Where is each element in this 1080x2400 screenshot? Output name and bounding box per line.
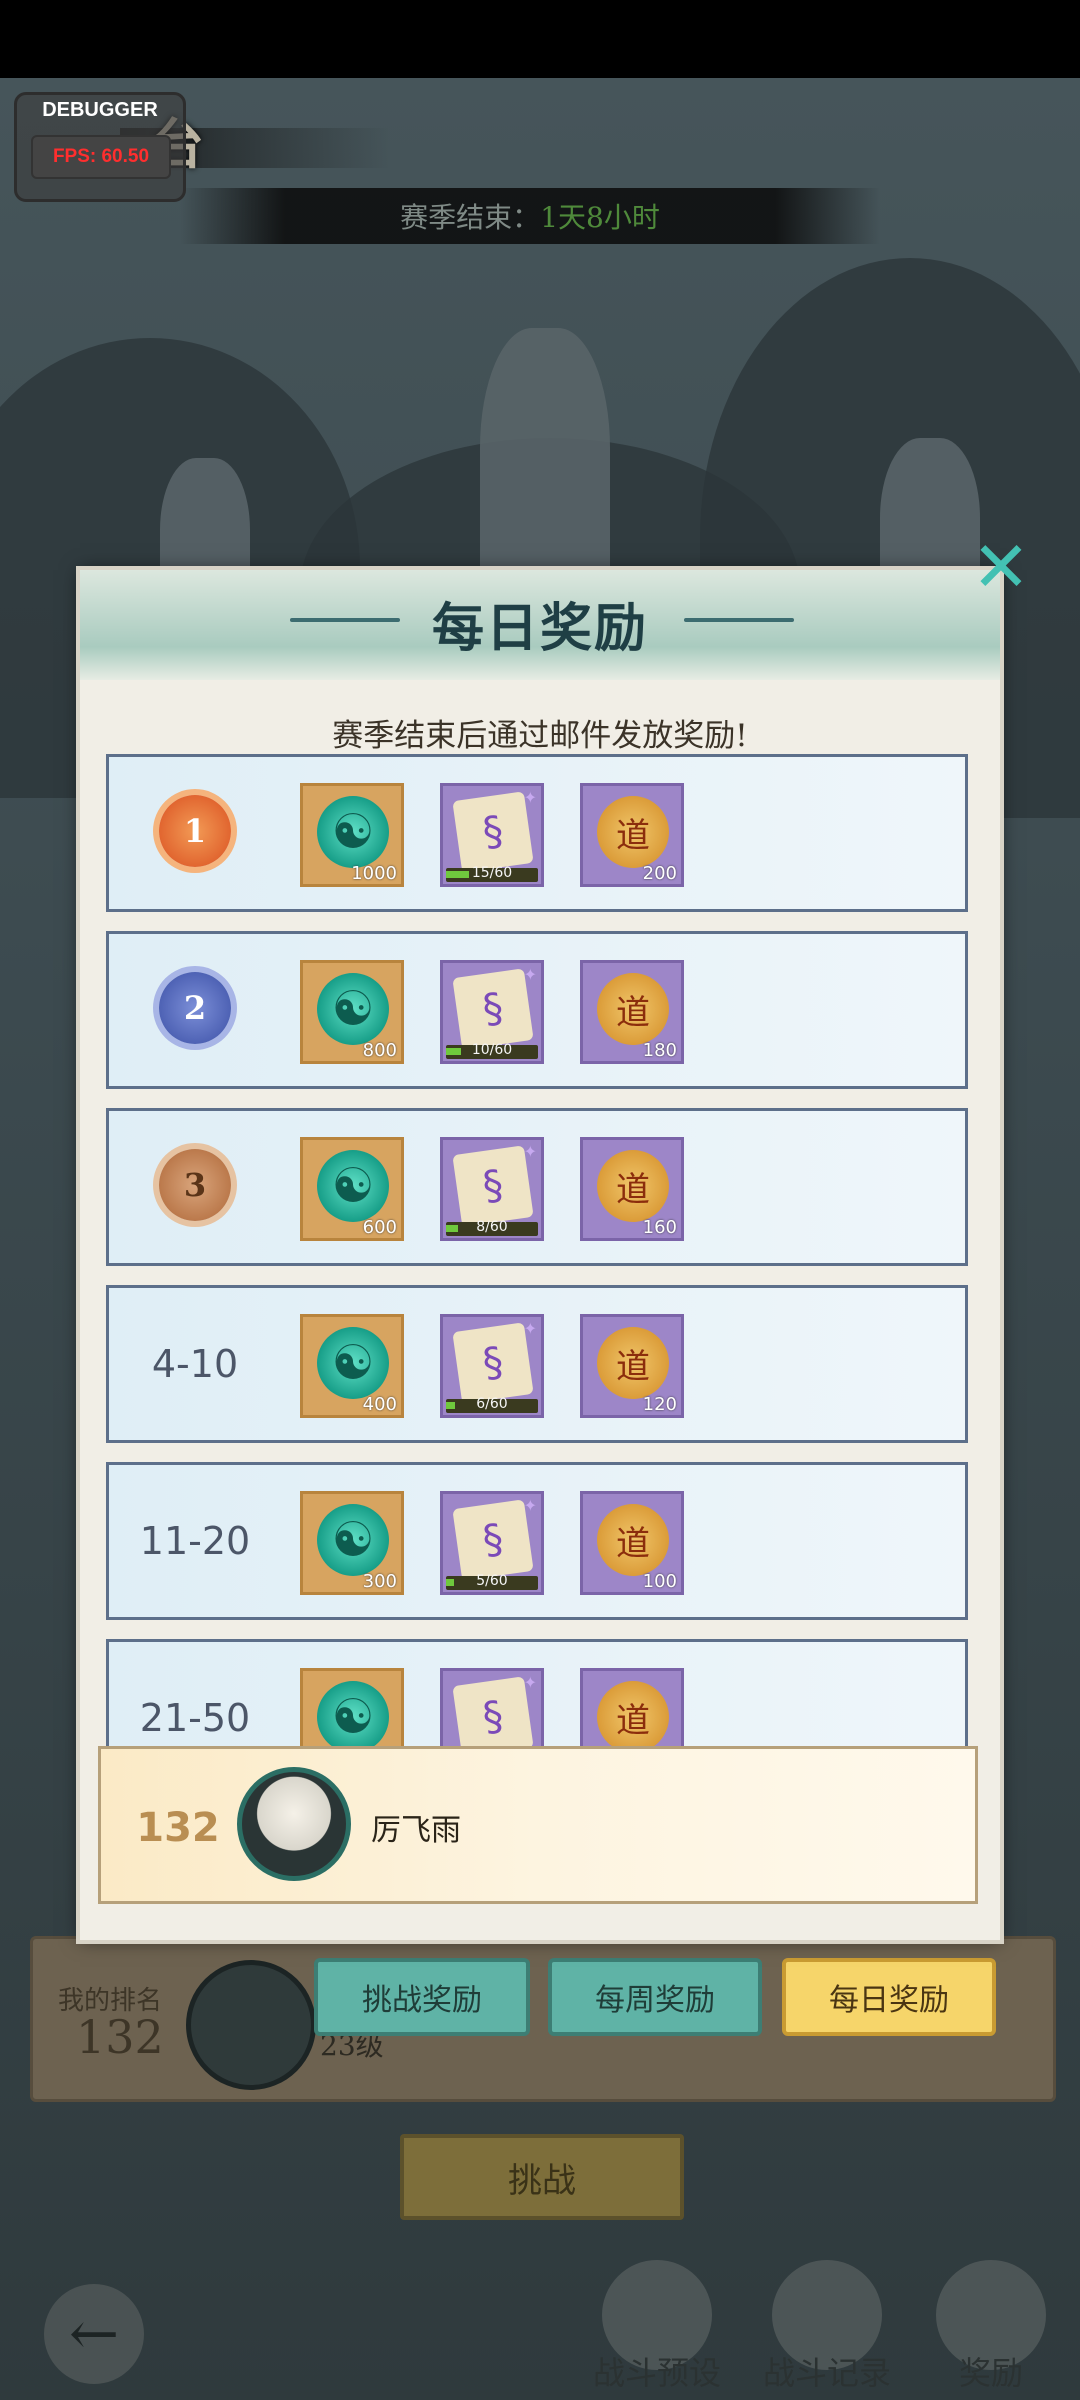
jade-reward-item[interactable]: ☯ 600	[300, 1137, 404, 1241]
scroll-progress-text: 10/60	[471, 1042, 513, 1058]
jade-dragon-icon: ☯	[317, 1327, 389, 1399]
reward-row: 1 ☯ 1000 § ✦ 15/60 道 200	[106, 754, 968, 912]
scroll-reward-item[interactable]: § ✦ 8/60	[440, 1137, 544, 1241]
scroll-icon: §	[452, 1499, 534, 1581]
daily-reward-modal: 每日奖励 赛季结束后通过邮件发放奖励! 1 ☯ 1000 § ✦ 15/60 道 200 2 ☯ 8…	[80, 570, 1000, 1940]
scroll-progress-bar: 15/60	[446, 865, 538, 882]
back-arrow-icon[interactable]: ←	[44, 2284, 144, 2384]
player-name: 厉飞雨	[371, 1813, 461, 1848]
scroll-progress-text: 8/60	[476, 1219, 508, 1235]
scroll-reward-item[interactable]: § ✦ 5/60	[440, 1491, 544, 1595]
jade-reward-item[interactable]: ☯ 800	[300, 960, 404, 1064]
debugger-overlay[interactable]: DEBUGGER FPS: 60.50	[14, 92, 186, 202]
rank-medal-icon: 1	[159, 795, 231, 867]
season-label: 赛季结束：	[400, 201, 541, 234]
close-icon[interactable]: ✕	[968, 526, 1034, 608]
scroll-progress-bar: 6/60	[446, 1396, 538, 1413]
dao-token-icon: 道	[597, 1504, 669, 1576]
jade-count: 300	[362, 1571, 397, 1592]
dao-token-reward-item[interactable]: 道 120	[580, 1314, 684, 1418]
scroll-progress-bar: 8/60	[446, 1219, 538, 1236]
jade-dragon-icon: ☯	[317, 1150, 389, 1222]
token-count: 160	[642, 1217, 677, 1238]
battle-preset-label: 战斗预设	[592, 2354, 721, 2392]
sparkle-icon: ✦	[523, 788, 537, 807]
reward-label: 奖励	[958, 2354, 1023, 2392]
dao-token-icon: 道	[597, 796, 669, 868]
player-avatar	[186, 1960, 316, 2090]
scroll-progress-text: 6/60	[476, 1396, 508, 1412]
status-bar	[0, 0, 1080, 78]
dao-token-icon: 道	[597, 973, 669, 1045]
dao-token-reward-item[interactable]: 道 180	[580, 960, 684, 1064]
scroll-icon: §	[452, 1145, 534, 1227]
dao-token-icon: 道	[597, 1150, 669, 1222]
sparkle-icon: ✦	[523, 1319, 537, 1338]
scroll-icon: §	[452, 791, 534, 873]
reward-button[interactable]: 奖励	[926, 2260, 1056, 2394]
reward-row: 3 ☯ 600 § ✦ 8/60 道 160	[106, 1108, 968, 1266]
rank-medal-icon: 3	[159, 1149, 231, 1221]
scroll-progress-text: 5/60	[476, 1573, 508, 1589]
tab-challenge-reward[interactable]: 挑战奖励	[314, 1958, 530, 2036]
jade-count: 600	[362, 1217, 397, 1238]
fps-box: FPS: 60.50	[31, 135, 171, 179]
avatar	[237, 1767, 351, 1881]
scroll-icon: §	[452, 1322, 534, 1404]
reward-row: 4-10 ☯ 400 § ✦ 6/60 道 120	[106, 1285, 968, 1443]
scroll-progress-bar: 10/60	[446, 1042, 538, 1059]
sparkle-icon: ✦	[523, 1496, 537, 1515]
dao-token-icon: 道	[597, 1327, 669, 1399]
reward-list[interactable]: 1 ☯ 1000 § ✦ 15/60 道 200 2 ☯ 800 § ✦ 10/60 道 180 3 ☯ 600 § ✦…	[106, 754, 972, 1802]
jade-dragon-icon: ☯	[317, 796, 389, 868]
tab-weekly-reward[interactable]: 每周奖励	[548, 1958, 762, 2036]
my-rank-panel: 132 厉飞雨	[98, 1746, 978, 1904]
scroll-reward-item[interactable]: § ✦ 10/60	[440, 960, 544, 1064]
jade-count: 400	[362, 1394, 397, 1415]
scroll-reward-item[interactable]: § ✦ 15/60	[440, 783, 544, 887]
sparkle-icon: ✦	[523, 1673, 537, 1692]
battle-record-button[interactable]: 战斗记录	[762, 2260, 892, 2394]
scroll-progress-text: 15/60	[471, 865, 513, 881]
rank-medal-icon: 2	[159, 972, 231, 1044]
season-time: 1天8小时	[540, 201, 660, 234]
jade-reward-item[interactable]: ☯ 300	[300, 1491, 404, 1595]
my-rank-value: 132	[76, 2010, 164, 2064]
battle-preset-button[interactable]: 战斗预设	[592, 2260, 722, 2394]
scroll-progress-bar: 5/60	[446, 1573, 538, 1590]
debugger-title: DEBUGGER	[42, 99, 158, 121]
season-timer: 赛季结束： 1天8小时	[180, 188, 880, 244]
jade-dragon-icon: ☯	[317, 1681, 389, 1753]
rank-range: 4-10	[151, 1342, 239, 1386]
jade-count: 800	[362, 1040, 397, 1061]
reward-row: 11-20 ☯ 300 § ✦ 5/60 道 100	[106, 1462, 968, 1620]
jade-dragon-icon: ☯	[317, 1504, 389, 1576]
my-rank-number: 132	[136, 1805, 220, 1851]
dao-token-icon: 道	[597, 1681, 669, 1753]
battle-record-label: 战斗记录	[762, 2354, 891, 2392]
fps-counter: FPS: 60.50	[52, 146, 150, 167]
jade-reward-item[interactable]: ☯ 1000	[300, 783, 404, 887]
scroll-reward-item[interactable]: § ✦ 6/60	[440, 1314, 544, 1418]
token-count: 200	[642, 863, 677, 884]
token-count: 120	[642, 1394, 677, 1415]
rank-range: 11-20	[139, 1519, 251, 1563]
dao-token-reward-item[interactable]: 道 200	[580, 783, 684, 887]
token-count: 100	[642, 1571, 677, 1592]
jade-count: 1000	[351, 863, 397, 884]
reward-row: 2 ☯ 800 § ✦ 10/60 道 180	[106, 931, 968, 1089]
modal-subtitle: 赛季结束后通过邮件发放奖励!	[332, 718, 748, 754]
scroll-icon: §	[452, 968, 534, 1050]
jade-dragon-icon: ☯	[317, 973, 389, 1045]
modal-title: 每日奖励	[431, 598, 648, 659]
token-count: 180	[642, 1040, 677, 1061]
jade-reward-item[interactable]: ☯ 400	[300, 1314, 404, 1418]
sparkle-icon: ✦	[523, 1142, 537, 1161]
dao-token-reward-item[interactable]: 道 100	[580, 1491, 684, 1595]
tab-daily-reward[interactable]: 每日奖励	[782, 1958, 996, 2036]
sparkle-icon: ✦	[523, 965, 537, 984]
dao-token-reward-item[interactable]: 道 160	[580, 1137, 684, 1241]
challenge-button[interactable]: 挑战	[400, 2134, 684, 2220]
